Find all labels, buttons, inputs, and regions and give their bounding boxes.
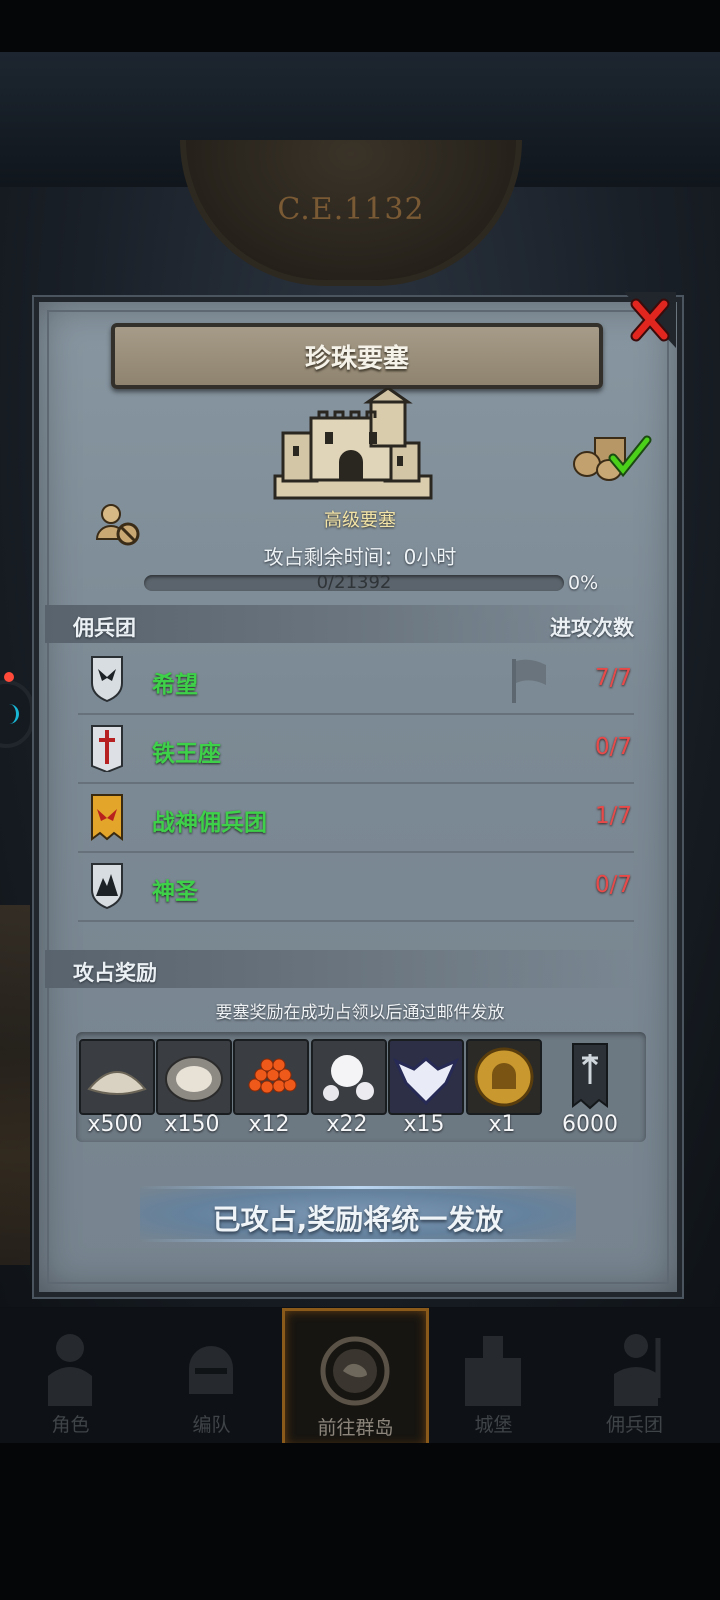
attack-count: 0/7 bbox=[594, 734, 632, 760]
nav-formation[interactable]: 编队 bbox=[141, 1308, 282, 1443]
sand-pile-icon bbox=[81, 1041, 153, 1113]
fortress-type: 高级要塞 bbox=[324, 510, 396, 531]
nav-castle[interactable]: 城堡 bbox=[423, 1308, 564, 1443]
captured-status-button[interactable]: 已攻占,奖励将统一发放 bbox=[140, 1186, 576, 1242]
castle-icon bbox=[465, 1336, 521, 1406]
reward-item[interactable] bbox=[466, 1039, 542, 1115]
reward-item[interactable] bbox=[388, 1039, 464, 1115]
compass-map-icon bbox=[320, 1336, 390, 1406]
close-icon[interactable] bbox=[624, 292, 676, 348]
button-glow-top bbox=[140, 1186, 576, 1189]
mercenary-name: 希望 bbox=[152, 672, 198, 698]
red-bird-banner-icon bbox=[91, 794, 123, 841]
nav-mercenary[interactable]: 佣兵团 bbox=[564, 1308, 705, 1443]
attack-count-header-label: 进攻次数 bbox=[550, 616, 634, 640]
red-sword-shield-icon bbox=[91, 725, 123, 772]
mercenary-name: 战神佣兵团 bbox=[152, 810, 267, 836]
reward-item[interactable] bbox=[79, 1039, 155, 1115]
reward-item[interactable] bbox=[156, 1039, 232, 1115]
reward-quantity: 6000 bbox=[562, 1112, 618, 1137]
progress-value: 0/21392 bbox=[316, 572, 392, 593]
button-glow-bottom bbox=[140, 1239, 576, 1242]
bottom-nav: 角色 编队 前往群岛 城堡 佣兵团 bbox=[0, 1308, 720, 1449]
status-bar-area bbox=[0, 0, 720, 52]
reward-quantity: x12 bbox=[248, 1112, 290, 1137]
reward-header-label: 攻占奖励 bbox=[73, 961, 157, 985]
nav-role[interactable]: 角色 bbox=[0, 1308, 141, 1443]
nav-go-islands[interactable]: 前往群岛 bbox=[282, 1308, 429, 1449]
winged-emblem-icon bbox=[390, 1041, 462, 1113]
red-caviar-icon bbox=[235, 1041, 307, 1113]
knight-icon bbox=[48, 1334, 92, 1406]
title-banner: 珍珠要塞 bbox=[111, 323, 603, 389]
reward-quantity: x15 bbox=[403, 1112, 445, 1137]
reward-item[interactable] bbox=[233, 1039, 309, 1115]
fortress-title: 珍珠要塞 bbox=[304, 344, 409, 374]
reward-item[interactable] bbox=[311, 1039, 387, 1115]
golden-helmet-coin-icon bbox=[468, 1041, 540, 1113]
nav-label: 编队 bbox=[192, 1414, 231, 1436]
attack-count: 0/7 bbox=[594, 872, 632, 898]
soldier-icon bbox=[614, 1334, 661, 1406]
progress-percent: 0% bbox=[568, 572, 599, 594]
mercenary-name: 神圣 bbox=[152, 879, 198, 905]
left-edge-decoration bbox=[0, 905, 30, 1265]
nav-label: 佣兵团 bbox=[605, 1414, 663, 1436]
helmet-icon bbox=[189, 1346, 233, 1394]
flag-icon bbox=[512, 659, 546, 703]
mercenary-header-label: 佣兵团 bbox=[73, 616, 136, 640]
nav-label: 前往群岛 bbox=[317, 1417, 394, 1439]
ring-indicator bbox=[8, 704, 19, 724]
reward-note: 要塞奖励在成功占领以后通过邮件发放 bbox=[215, 1003, 505, 1023]
mountain-shield-icon bbox=[91, 863, 123, 910]
supply-check-icon[interactable] bbox=[573, 432, 653, 482]
banner-icon[interactable] bbox=[571, 1038, 609, 1114]
mercenary-row[interactable]: 战神佣兵团 1/7 bbox=[78, 783, 634, 853]
pearl-icon bbox=[313, 1041, 385, 1113]
era-label: C.E.1132 bbox=[277, 192, 425, 227]
nav-label: 城堡 bbox=[474, 1414, 513, 1436]
nav-label: 角色 bbox=[51, 1414, 90, 1436]
bottom-bar-area bbox=[0, 1443, 720, 1600]
notification-dot bbox=[4, 672, 14, 682]
mercenary-name: 铁王座 bbox=[152, 741, 221, 767]
castle-icon bbox=[273, 388, 433, 500]
reward-quantity: x1 bbox=[488, 1112, 516, 1137]
reward-section-header: 攻占奖励 bbox=[45, 950, 640, 988]
mercenary-row[interactable]: 希望 7/7 bbox=[78, 645, 634, 715]
remaining-time: 攻占剩余时间：0小时 bbox=[263, 545, 457, 569]
captured-status-text: 已攻占,奖励将统一发放 bbox=[212, 1203, 504, 1236]
oyster-icon bbox=[158, 1041, 230, 1113]
attack-count: 7/7 bbox=[594, 665, 632, 691]
black-bird-shield-icon bbox=[91, 656, 123, 703]
mercenary-row[interactable]: 神圣 0/7 bbox=[78, 852, 634, 922]
attack-count: 1/7 bbox=[594, 803, 632, 829]
mercenary-row[interactable]: 铁王座 0/7 bbox=[78, 714, 634, 784]
mercenary-section-header: 佣兵团 进攻次数 bbox=[45, 605, 640, 643]
